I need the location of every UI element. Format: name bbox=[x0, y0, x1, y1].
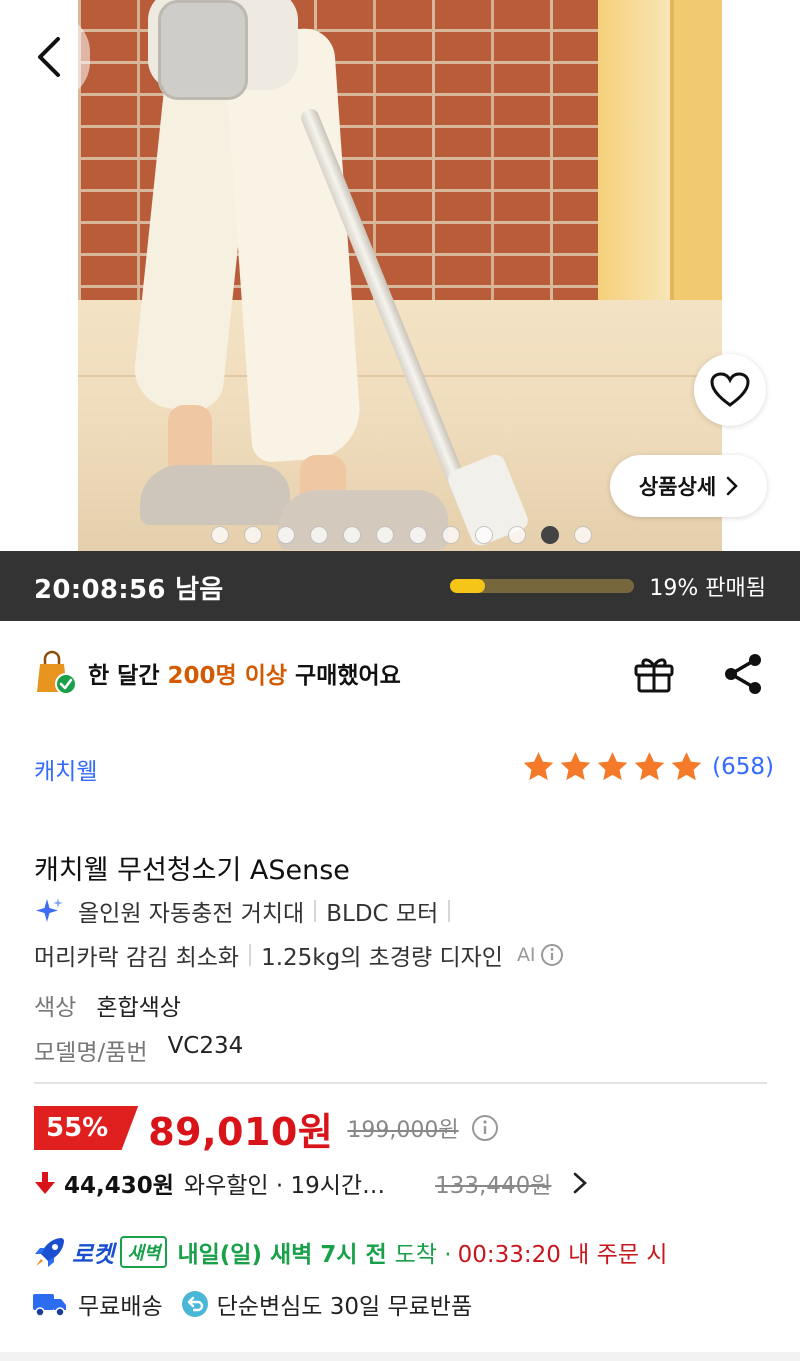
arrow-down-icon bbox=[35, 1172, 55, 1194]
star-icon bbox=[523, 752, 554, 781]
chevron-left-icon bbox=[38, 37, 60, 77]
bottom-divider bbox=[0, 1352, 800, 1361]
product-title: 캐치웰 무선청소기 ASense bbox=[34, 855, 350, 886]
gift-icon[interactable] bbox=[632, 654, 676, 694]
star-icon bbox=[634, 752, 665, 781]
ai-feature: BLDC 모터 bbox=[326, 901, 439, 927]
separator bbox=[314, 900, 317, 922]
shipping-info-row: 무료배송 단순변심도 30일 무료반품 bbox=[32, 1284, 472, 1324]
purchase-count-banner: 한 달간 200명 이상 구매했어요 bbox=[34, 650, 401, 696]
info-icon bbox=[540, 944, 563, 966]
chevron-right-icon bbox=[574, 1172, 588, 1194]
chevron-right-icon bbox=[726, 476, 738, 496]
spec-key: 모델명/품번 bbox=[34, 1040, 148, 1066]
eta-bold: 내일(일) 새벽 7시 전 bbox=[177, 1242, 387, 1268]
product-detail-button[interactable]: 상품상세 bbox=[610, 455, 767, 517]
carousel-dot[interactable] bbox=[211, 526, 229, 544]
carousel-dot[interactable] bbox=[244, 526, 262, 544]
spec-value: 혼합색상 bbox=[96, 995, 181, 1021]
carousel-dot[interactable] bbox=[376, 526, 394, 544]
ai-summary-line-2: 머리카락 감김 최소화 1.25kg의 초경량 디자인 AI bbox=[34, 938, 564, 972]
wow-price: 44,430원 bbox=[64, 1173, 174, 1199]
shopping-bag-check-icon bbox=[37, 650, 76, 695]
return-policy-label: 단순변심도 30일 무료반품 bbox=[216, 1294, 473, 1320]
return-icon bbox=[181, 1291, 208, 1317]
dawn-delivery-tag: 새벽 bbox=[120, 1236, 168, 1268]
remaining-time: 20:08:56 남음 bbox=[34, 575, 224, 605]
carousel-dot[interactable] bbox=[277, 526, 295, 544]
spec-value: VC234 bbox=[167, 1033, 244, 1059]
sale-price: 89,010원 bbox=[148, 1109, 334, 1154]
eta-rest: 도착 · bbox=[394, 1242, 452, 1268]
spec-color: 색상 혼합색상 bbox=[34, 988, 181, 1022]
rocket-icon bbox=[35, 1238, 64, 1267]
section-divider bbox=[34, 1082, 767, 1084]
star-icon bbox=[560, 752, 591, 781]
ai-feature: 1.25kg의 초경량 디자인 bbox=[261, 945, 503, 971]
sold-progress-bar bbox=[450, 579, 634, 593]
carousel-dot[interactable] bbox=[475, 526, 493, 544]
original-price: 199,000원 bbox=[347, 1118, 459, 1143]
free-shipping-label: 무료배송 bbox=[78, 1294, 163, 1320]
carousel-dot[interactable] bbox=[343, 526, 361, 544]
share-icon[interactable] bbox=[722, 652, 764, 696]
separator bbox=[448, 900, 451, 922]
spec-model: 모델명/품번 VC234 bbox=[34, 1033, 243, 1067]
wishlist-button[interactable] bbox=[694, 354, 766, 426]
price-row: 55% 89,010원 199,000원 bbox=[34, 1104, 499, 1154]
sparkle-icon bbox=[36, 898, 63, 922]
ai-feature: 올인원 자동충전 거치대 bbox=[78, 901, 305, 927]
carousel-dot[interactable] bbox=[409, 526, 427, 544]
purchase-suffix: 구매했어요 bbox=[295, 663, 401, 689]
ai-summary-line-1: 올인원 자동충전 거치대 BLDC 모터 bbox=[34, 894, 460, 928]
heart-icon bbox=[710, 372, 750, 407]
purchase-prefix: 한 달간 bbox=[88, 663, 160, 689]
separator bbox=[249, 944, 252, 966]
order-deadline: 00:33:20 내 주문 시 bbox=[457, 1242, 668, 1268]
carousel-dot[interactable] bbox=[442, 526, 460, 544]
deal-timer-bar: 20:08:56 남음 19% 판매됨 bbox=[0, 551, 800, 621]
brand-link[interactable]: 캐치웰 bbox=[34, 752, 97, 786]
carousel-dot[interactable] bbox=[574, 526, 592, 544]
carousel-dot[interactable] bbox=[541, 526, 559, 544]
product-detail-label: 상품상세 bbox=[638, 475, 717, 499]
carousel-dot[interactable] bbox=[508, 526, 526, 544]
ai-label: AI bbox=[516, 944, 536, 966]
carousel-indicators bbox=[211, 526, 592, 544]
ai-info-tag[interactable]: AI bbox=[517, 943, 564, 967]
product-image-carousel[interactable]: 상품상세 bbox=[0, 0, 800, 551]
sold-percent-text: 19% 판매됨 bbox=[649, 576, 766, 601]
truck-icon bbox=[33, 1294, 66, 1317]
carousel-dot[interactable] bbox=[310, 526, 328, 544]
star-icon bbox=[671, 752, 702, 781]
wow-label: 와우할인 · 19시간… bbox=[183, 1173, 386, 1199]
star-rating bbox=[521, 750, 704, 784]
info-icon[interactable] bbox=[471, 1114, 499, 1142]
star-icon bbox=[597, 752, 628, 781]
wow-discount-row[interactable]: 44,430원 와우할인 · 19시간… 133,440원 bbox=[34, 1164, 589, 1202]
rating-summary[interactable]: (658) bbox=[521, 750, 774, 784]
spec-key: 색상 bbox=[34, 995, 77, 1021]
discount-badge: 55% bbox=[34, 1106, 139, 1150]
review-count: (658) bbox=[712, 754, 774, 780]
sold-progress-fill bbox=[450, 579, 485, 593]
ai-feature: 머리카락 감김 최소화 bbox=[34, 945, 240, 971]
rocket-label: 로켓 bbox=[72, 1242, 115, 1268]
back-button[interactable] bbox=[14, 14, 90, 100]
rocket-delivery-row: 로켓 새벽 내일(일) 새벽 7시 전 도착 · 00:33:20 내 주문 시 bbox=[32, 1232, 667, 1272]
wow-original-price: 133,440원 bbox=[435, 1173, 552, 1199]
purchase-highlight: 200명 이상 bbox=[167, 663, 288, 689]
